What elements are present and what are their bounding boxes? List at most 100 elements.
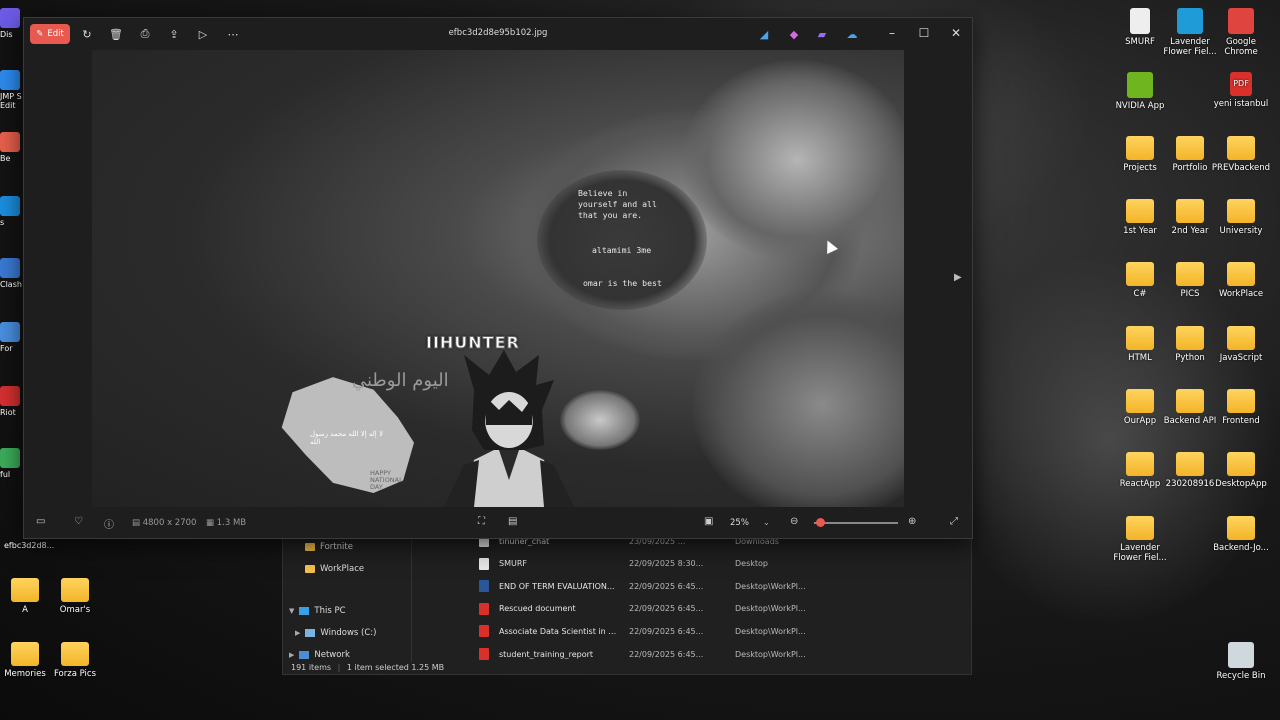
maximize-icon[interactable]: ☐ [916,26,932,40]
anime-character-illustration [444,350,574,507]
close-icon[interactable]: ✕ [948,26,964,40]
info-icon[interactable]: ⓘ [104,516,114,531]
chevron-down-icon[interactable]: ▼ [289,607,294,615]
explorer-nav-pane: Fortnite WorkPlace ▼ This PC ▶ Windows (C:… [283,534,412,662]
desktop-icon[interactable]: JMP S Edit [0,70,24,110]
cloud-off-icon[interactable]: ☁ [844,26,860,42]
folder-icon [1176,136,1204,160]
fit-screen-icon[interactable]: ⛶ [478,516,485,527]
desktop-icon-label: For [0,344,13,353]
folder-icon [1126,452,1154,476]
folder-icon [1126,389,1154,413]
favorite-icon[interactable]: ♡ [74,516,83,527]
folder-icon [61,642,89,666]
desktop-icon[interactable]: Dis [0,8,24,39]
desktop-icon[interactable]: JavaScript [1211,326,1271,363]
folder-icon [61,578,89,602]
table-row[interactable]: student_training_report 22/09/2025 6:45..… [479,644,959,664]
actual-size-icon[interactable]: ▣ [704,516,713,527]
nav-item-network[interactable]: ▶ Network [289,650,350,660]
compare-icon[interactable]: ▤ [508,516,517,527]
file-date: 22/09/2025 6:45... [629,581,704,591]
folder-icon [305,565,315,573]
zoom-in-icon[interactable]: ⊕ [908,516,916,527]
desktop-icon[interactable]: Google Chrome [1211,8,1271,57]
desktop-icon[interactable]: s [0,196,24,227]
zoom-slider-thumb[interactable] [815,518,825,527]
desktop-icon[interactable]: Recycle Bin [1211,642,1271,681]
filmstrip-icon[interactable]: ▭ [36,516,45,527]
desktop-icon[interactable]: DesktopApp [1211,452,1271,489]
zoom-select[interactable]: 25% ⌄ [724,514,782,532]
desktop-icon-label: JavaScript [1219,353,1263,363]
desktop-icon[interactable]: For [0,322,24,353]
table-row[interactable]: Associate Data Scientist in P... 22/09/20… [479,621,959,641]
desktop-icon[interactable]: Omar's [45,578,105,615]
file-location: Desktop\WorkPl... [735,649,806,659]
app-icon [0,448,20,468]
folder-icon [1176,326,1204,350]
photos-viewer-window[interactable]: ✎ Edit ↻ 🗑 ⎙ ⇪ ▷ ⋯ efbc3d2d8e95b102.jpg ◢… [23,17,973,539]
clipchamp-icon[interactable]: ▰ [814,26,830,42]
pdf-icon [479,625,489,638]
desktop-icon[interactable]: PDF yeni istanbul [1211,72,1271,109]
folder-icon [1227,452,1255,476]
designer-icon[interactable]: ◆ [786,26,802,42]
nav-item-workplace[interactable]: WorkPlace [305,564,364,574]
desktop-icon[interactable]: Clash [0,258,24,289]
zoom-slider[interactable] [814,522,898,524]
desktop-icon-label: Lavender Flower Fiel... [1113,543,1167,563]
desktop-icon-label: Backend-Jo... [1213,543,1269,553]
desktop-icon-label: efbc3d2d8... [4,541,55,550]
fullscreen-icon[interactable]: ⤢ [950,516,958,527]
desktop-icon-label: PREVbackend [1211,163,1271,173]
folder-icon [11,578,39,602]
network-icon [299,651,310,659]
file-explorer-window[interactable]: Fortnite WorkPlace ▼ This PC ▶ Windows (C:… [282,533,972,675]
file-date: 22/09/2025 6:45... [629,649,704,659]
chevron-right-icon[interactable]: ▶ [289,651,294,659]
desktop-icon[interactable]: Backend-Jo... [1211,516,1271,553]
image-canvas[interactable]: Believe in yourself and all that you are… [92,50,904,507]
chevron-right-icon[interactable]: ▶ [295,629,300,637]
folder-icon [1227,516,1255,540]
desktop-icon[interactable]: Lavender Flower Fiel... [1110,516,1170,563]
table-row[interactable]: Rescued document 22/09/2025 6:45... Deskto… [479,599,959,619]
desktop-icon[interactable]: Be [0,132,24,163]
file-location: Desktop\WorkPl... [735,581,806,591]
chrome-icon [1228,8,1254,34]
nvidia-icon [1127,72,1153,98]
pdf-icon [479,648,489,660]
nav-item-fortnite[interactable]: Fortnite [305,542,353,552]
next-image-icon[interactable]: ▶ [954,272,962,283]
desktop-icon[interactable]: ful [0,448,24,479]
word-document-icon [479,580,489,593]
computer-icon [299,607,310,615]
desktop-icon[interactable]: NVIDIA App [1110,72,1170,111]
folder-icon [1176,389,1204,413]
desktop-icon[interactable]: Riot [0,386,24,417]
desktop-icon[interactable]: efbc3d2d8... [4,541,64,550]
nav-item-this-pc[interactable]: ▼ This PC [289,606,346,616]
desktop-icon[interactable]: WorkPlace [1211,262,1271,299]
folder-icon [1227,136,1255,160]
desktop-icon[interactable]: Forza Pics [45,642,105,679]
file-location: Desktop\WorkPl... [735,626,806,636]
app-icon [0,258,20,278]
table-row[interactable]: END OF TERM EVALUATION... 22/09/2025 6:45… [479,576,959,596]
app-icon [0,132,20,152]
table-row[interactable]: SMURF 22/09/2025 8:30... Desktop [479,554,959,574]
file-name: SMURF [499,559,527,569]
minimize-icon[interactable]: – [884,26,900,40]
desktop-icon[interactable]: PREVbackend [1211,136,1271,173]
desktop-icon[interactable]: Frontend [1211,389,1271,426]
folder-icon [1176,452,1204,476]
recycle-bin-icon [1228,642,1254,668]
pdf-icon [479,602,489,615]
nav-item-windows-c[interactable]: ▶ Windows (C:) [295,628,376,638]
zoom-out-icon[interactable]: ⊖ [790,516,798,527]
desktop-icon[interactable]: University [1211,199,1271,236]
folder-icon [1227,326,1255,350]
photo-editor-icon[interactable]: ◢ [756,26,772,42]
folder-icon [1176,199,1204,223]
